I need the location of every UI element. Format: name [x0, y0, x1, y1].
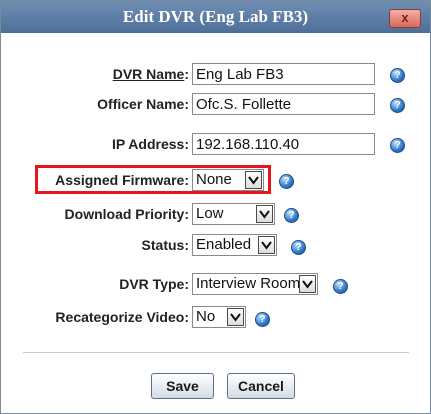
chevron-down-icon[interactable] [245, 171, 262, 189]
recategorize-video-help-icon[interactable]: ? [255, 312, 270, 327]
download-priority-value: Low [196, 205, 224, 222]
chevron-down-icon[interactable] [256, 205, 273, 223]
dvr-name-label-text: DVR Name [112, 66, 185, 82]
recategorize-video-value: No [196, 308, 216, 325]
status-select[interactable]: Enabled [192, 234, 277, 256]
close-icon[interactable]: x [390, 10, 420, 27]
status-label-text: Status [141, 237, 185, 253]
chevron-down-icon[interactable] [258, 236, 275, 254]
ip-address-label-text: IP Address [111, 136, 185, 152]
divider [23, 352, 409, 353]
chevron-down-icon[interactable] [299, 275, 316, 293]
dvr-type-value: Interview Room [196, 275, 301, 292]
dvr-name-label: DVR Name: [112, 66, 189, 82]
ip-address-field[interactable]: 192.168.110.40 [192, 133, 375, 155]
close-button[interactable]: x [389, 9, 421, 28]
dialog-titlebar: Edit DVR (Eng Lab FB3) x [1, 1, 430, 33]
ip-address-label: IP Address: [111, 136, 189, 152]
assigned-firmware-label: Assigned Firmware: [55, 172, 189, 188]
status-value: Enabled [196, 236, 252, 253]
download-priority-label: Download Priority: [64, 206, 189, 222]
dialog-title: Edit DVR (Eng Lab FB3) [122, 7, 309, 26]
assigned-firmware-label-text: Assigned Firmware [55, 172, 185, 188]
download-priority-label-text: Download Priority [64, 206, 185, 222]
download-priority-select[interactable]: Low [192, 203, 275, 225]
dvr-type-label-text: DVR Type [119, 276, 185, 292]
officer-name-field[interactable]: Ofc.S. Follette [192, 93, 375, 115]
assigned-firmware-help-icon[interactable]: ? [279, 174, 294, 189]
assigned-firmware-value: None [196, 171, 232, 188]
assigned-firmware-select[interactable]: None [192, 169, 264, 191]
dvr-type-label: DVR Type: [119, 276, 189, 292]
recategorize-video-label-text: Recategorize Video [55, 309, 185, 325]
download-priority-help-icon[interactable]: ? [284, 208, 299, 223]
recategorize-video-label: Recategorize Video: [55, 309, 189, 325]
status-label: Status: [141, 237, 189, 253]
officer-name-help-icon[interactable]: ? [390, 98, 405, 113]
ip-address-help-icon[interactable]: ? [390, 138, 405, 153]
recategorize-video-select[interactable]: No [192, 306, 246, 328]
dvr-name-field[interactable]: Eng Lab FB3 [192, 63, 375, 85]
dvr-type-select[interactable]: Interview Room [192, 273, 318, 295]
cancel-button[interactable]: Cancel [227, 373, 295, 399]
save-button[interactable]: Save [151, 373, 214, 399]
officer-name-label-text: Officer Name [97, 96, 185, 112]
edit-dvr-dialog: Edit DVR (Eng Lab FB3) x DVR Name: Eng L… [0, 0, 431, 414]
dvr-name-help-icon[interactable]: ? [390, 68, 405, 83]
chevron-down-icon[interactable] [227, 308, 244, 326]
status-help-icon[interactable]: ? [291, 240, 306, 255]
officer-name-label: Officer Name: [97, 96, 189, 112]
dvr-type-help-icon[interactable]: ? [333, 279, 348, 294]
